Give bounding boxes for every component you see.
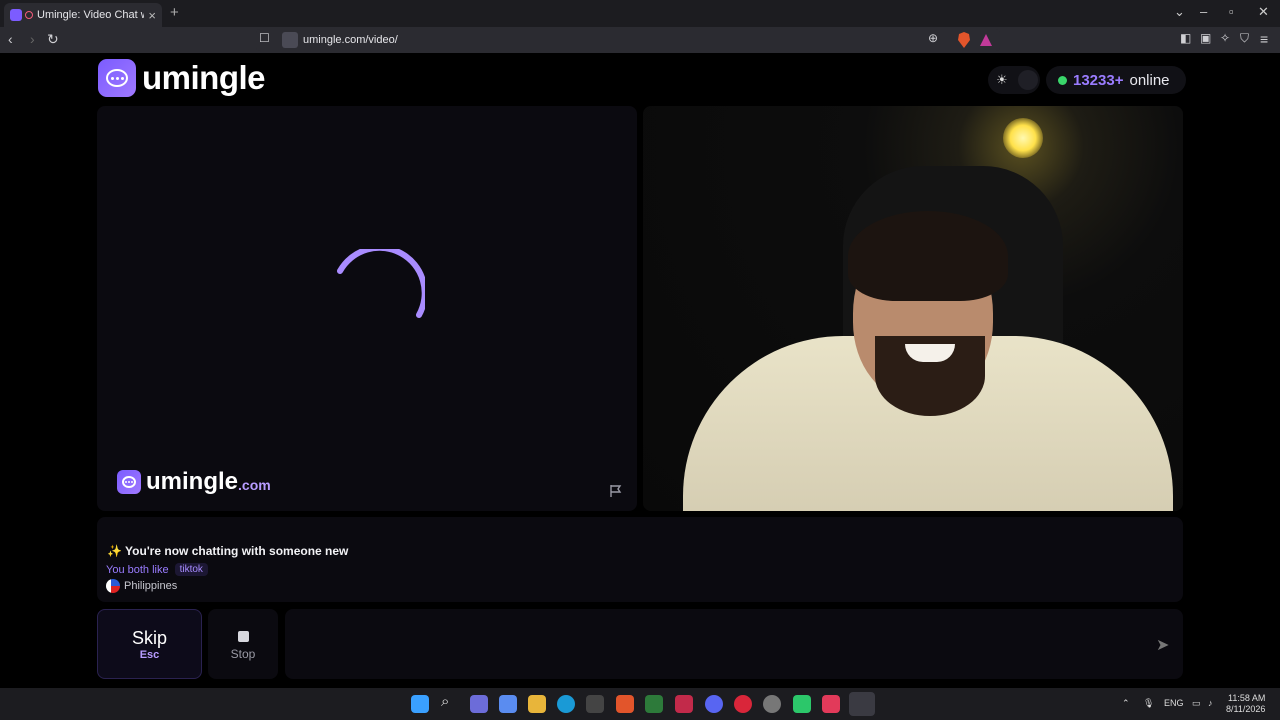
app-v-icon[interactable]: [675, 695, 693, 713]
tab-list-chevron-icon[interactable]: ⌄: [1174, 4, 1185, 20]
app-green-icon[interactable]: [793, 695, 811, 713]
online-dot-icon: [1058, 75, 1067, 85]
send-icon[interactable]: ➤: [1156, 635, 1169, 655]
watermark-suffix: .com: [238, 477, 271, 493]
chat-bubble-icon: [98, 59, 136, 97]
browser-toolbar: ‹ › ↻ ☐ umingle.com/video/ ⊕ ◧ ▣ ✧ ⛉ ≡: [0, 27, 1280, 53]
leo-ai-icon[interactable]: ✧: [1220, 31, 1230, 45]
theme-toggle[interactable]: ☀: [988, 66, 1040, 94]
bookmark-icon[interactable]: ☐: [259, 31, 270, 45]
likes-label: You both like: [106, 563, 169, 576]
chat-message-input[interactable]: [285, 609, 1183, 679]
edge-icon[interactable]: [557, 695, 575, 713]
close-window-button[interactable]: ✕: [1258, 4, 1269, 20]
interest-tag: tiktok: [174, 563, 208, 576]
online-count: 13233+: [1073, 71, 1124, 89]
system-message: ✨ You're now chatting with someone new: [107, 544, 349, 558]
tab-title: Umingle: Video Chat with Str: [37, 9, 144, 21]
stop-icon: [237, 631, 249, 642]
wallet-icon[interactable]: ▣: [1200, 31, 1211, 45]
brave-shields-icon[interactable]: [957, 32, 971, 48]
address-bar[interactable]: ☐ umingle.com/video/ ⊕: [256, 29, 1000, 51]
copilot-icon[interactable]: [499, 695, 517, 713]
shared-interests: You both like tiktok: [106, 563, 208, 576]
app-icon[interactable]: [645, 695, 663, 713]
brave-taskbar-icon[interactable]: [616, 695, 634, 713]
volume-icon[interactable]: ♪: [1208, 698, 1213, 708]
report-flag-icon[interactable]: [609, 484, 623, 498]
watermark-text: umingle: [146, 468, 239, 495]
forward-icon[interactable]: ›: [30, 31, 35, 47]
stranger-video: umingle .com: [97, 106, 637, 511]
toggle-knob: [1017, 70, 1038, 90]
skip-label: Skip: [131, 628, 167, 648]
skip-shortcut: Esc: [139, 649, 160, 661]
video-watermark: umingle .com: [117, 468, 271, 496]
settings-icon[interactable]: [763, 695, 781, 713]
country-label: Philippines: [124, 580, 178, 592]
browser-tab[interactable]: Umingle: Video Chat with Str ×: [4, 3, 162, 27]
stop-button[interactable]: Stop: [208, 609, 278, 679]
sun-icon: ☀: [996, 72, 1008, 87]
store-icon[interactable]: [586, 695, 604, 713]
recording-indicator-icon: [25, 11, 33, 19]
menu-icon[interactable]: ≡: [1260, 31, 1268, 47]
philippines-flag-icon: [106, 579, 120, 593]
start-icon[interactable]: [411, 695, 429, 713]
clock-date: 8/11/2026: [1226, 704, 1266, 714]
discord-icon[interactable]: [705, 695, 723, 713]
browser-tab-bar: Umingle: Video Chat with Str × + ⌄ – ▫ ✕: [0, 0, 1280, 27]
zoom-icon[interactable]: ⊕: [928, 31, 938, 45]
maximize-button[interactable]: ▫: [1229, 4, 1234, 19]
network-icon[interactable]: ▭: [1192, 698, 1201, 709]
person-hair: [848, 211, 1008, 301]
new-tab-button[interactable]: +: [170, 4, 179, 21]
camera-permission-icon[interactable]: [282, 32, 298, 48]
vpn-icon[interactable]: ⛉: [1240, 31, 1249, 46]
clock[interactable]: 11:58 AM 8/11/2026: [1226, 693, 1265, 715]
stop-label: Stop: [230, 647, 256, 661]
page: umingle ☀ 13233+ online umingle .com ✨ Y…: [0, 53, 1280, 688]
url-text: umingle.com/video/: [303, 34, 398, 46]
language-indicator[interactable]: ENG: [1164, 698, 1184, 708]
minimize-button[interactable]: –: [1200, 4, 1207, 19]
chat-bubble-icon: [117, 470, 141, 494]
site-logo[interactable]: umingle: [98, 59, 266, 97]
online-counter: 13233+ online: [1046, 66, 1186, 94]
self-camera-video: [643, 106, 1183, 511]
teams-icon[interactable]: [470, 695, 488, 713]
cloudflare-icon[interactable]: [849, 692, 875, 716]
loading-spinner-icon: [337, 249, 425, 318]
reload-icon[interactable]: ↻: [47, 31, 59, 48]
sidebar-icon[interactable]: ◧: [1180, 31, 1191, 45]
file-explorer-icon[interactable]: [528, 695, 546, 713]
chat-info-panel: ✨ You're now chatting with someone new Y…: [97, 517, 1183, 602]
tiktok-icon[interactable]: [822, 695, 840, 713]
stranger-country: Philippines: [106, 579, 177, 593]
background-lamp: [1003, 118, 1043, 158]
back-icon[interactable]: ‹: [8, 31, 13, 47]
windows-taskbar: ⌕ ⌃ 🎙 ENG ▭ ♪ 11:58 AM 8/11/2026: [0, 688, 1280, 720]
tab-close-icon[interactable]: ×: [148, 8, 156, 23]
app-red-icon[interactable]: [734, 695, 752, 713]
search-icon[interactable]: ⌕: [441, 693, 459, 711]
microphone-icon[interactable]: 🎙: [1143, 698, 1154, 709]
logo-text: umingle: [142, 59, 266, 96]
skip-button[interactable]: Skip Esc: [97, 609, 202, 679]
online-label: online: [1129, 71, 1170, 89]
clock-time: 11:58 AM: [1228, 693, 1266, 703]
umingle-favicon-icon: [10, 9, 22, 21]
tray-chevron-icon[interactable]: ⌃: [1122, 698, 1130, 709]
brave-rewards-icon[interactable]: [979, 32, 993, 48]
